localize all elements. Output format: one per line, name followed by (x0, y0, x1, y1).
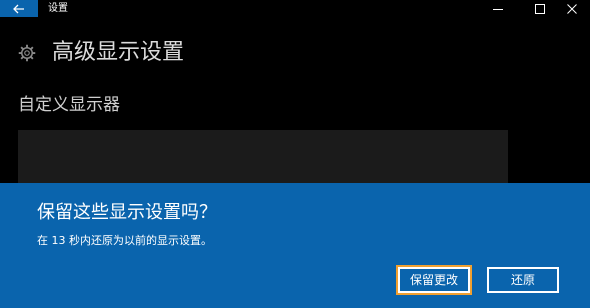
close-button[interactable] (552, 0, 590, 17)
revert-button[interactable]: 还原 (487, 267, 559, 293)
title-bar: 设置 (0, 0, 590, 17)
minimize-button[interactable] (478, 0, 518, 17)
close-icon (567, 3, 577, 14)
back-button[interactable] (0, 0, 38, 17)
back-arrow-icon (13, 4, 24, 13)
page-header: 高级显示设置 (18, 39, 184, 67)
maximize-icon (535, 3, 545, 14)
window-title: 设置 (48, 3, 68, 14)
gear-icon (18, 44, 36, 62)
monitor-arrangement-panel[interactable] (18, 130, 508, 190)
dialog-title: 保留这些显示设置吗？ (37, 202, 217, 223)
keep-display-settings-dialog: 保留这些显示设置吗？ 在 13 秒内还原为以前的显示设置。 保留更改 还原 (0, 183, 590, 308)
page-title: 高级显示设置 (52, 40, 185, 65)
section-title: 自定义显示器 (18, 95, 120, 115)
dialog-message: 在 13 秒内还原为以前的显示设置。 (37, 234, 212, 247)
minimize-icon (493, 8, 503, 10)
keep-changes-button[interactable]: 保留更改 (396, 265, 472, 295)
